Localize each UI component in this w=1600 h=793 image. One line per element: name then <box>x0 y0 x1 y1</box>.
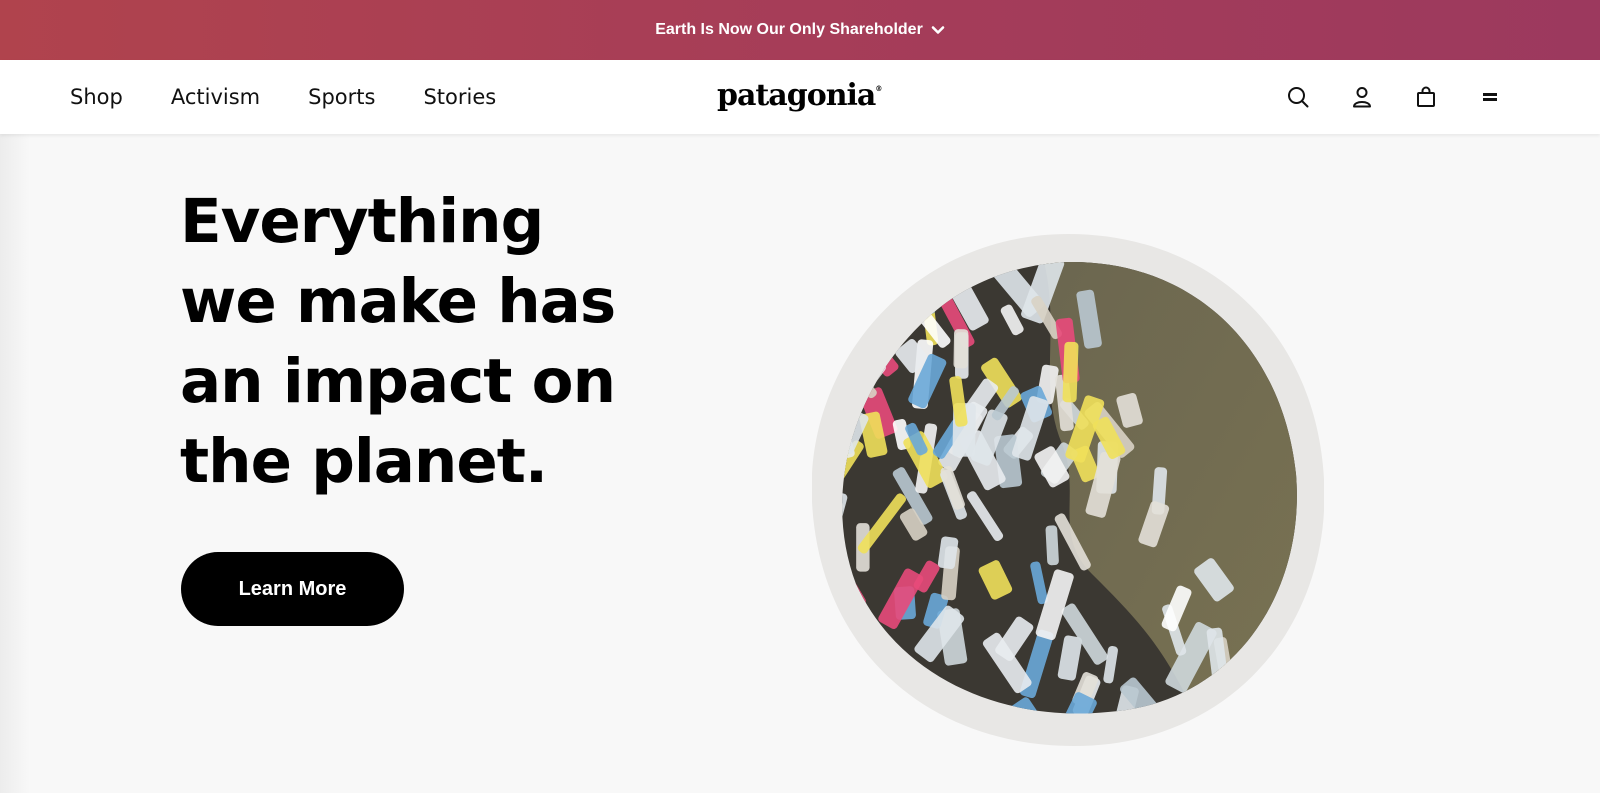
bottle-shape <box>861 286 879 317</box>
nav-icons <box>1246 60 1502 134</box>
chevron-down-icon <box>931 23 945 37</box>
bottle-shape <box>953 329 969 369</box>
promo-banner[interactable]: Earth Is Now Our Only Shareholder <box>0 0 1600 60</box>
promo-text: Earth Is Now Our Only Shareholder <box>655 21 923 38</box>
search-icon[interactable] <box>1286 85 1310 109</box>
nav-links: Shop Activism Sports Stories <box>70 60 544 134</box>
logo-text: patagonia <box>717 78 876 113</box>
menu-icon[interactable] <box>1478 85 1502 109</box>
edge-shadow <box>0 134 30 793</box>
bottle-shape <box>842 297 846 357</box>
bottle-shape <box>852 669 885 714</box>
patagonia-logo[interactable]: patagonia® <box>717 78 882 113</box>
bag-icon[interactable] <box>1414 85 1438 109</box>
account-icon[interactable] <box>1350 85 1374 109</box>
nav-link-sports[interactable]: Sports <box>308 85 375 109</box>
registered-mark-icon: ® <box>875 84 882 93</box>
bottle-shape <box>1045 525 1059 566</box>
bottle-shape <box>1184 723 1230 746</box>
plastic-waste-image <box>811 234 1325 746</box>
hero-headline: Everything we make has an impact on the … <box>180 186 616 497</box>
bottle-shape <box>842 266 850 317</box>
main-nav: Shop Activism Sports Stories patagonia® <box>0 60 1600 134</box>
plastic-waste-illustration <box>811 234 1325 746</box>
nav-link-stories[interactable]: Stories <box>423 85 496 109</box>
bottle-shape <box>842 695 849 714</box>
bottle-shape <box>1223 717 1252 746</box>
bottle-shape <box>1062 341 1079 403</box>
bottle-shape <box>895 698 921 714</box>
nav-link-shop[interactable]: Shop <box>70 85 123 109</box>
learn-more-button[interactable]: Learn More <box>181 552 404 626</box>
hero-section: Everything we make has an impact on the … <box>0 134 1600 793</box>
bottle-shape <box>814 592 835 628</box>
nav-link-activism[interactable]: Activism <box>171 85 260 109</box>
